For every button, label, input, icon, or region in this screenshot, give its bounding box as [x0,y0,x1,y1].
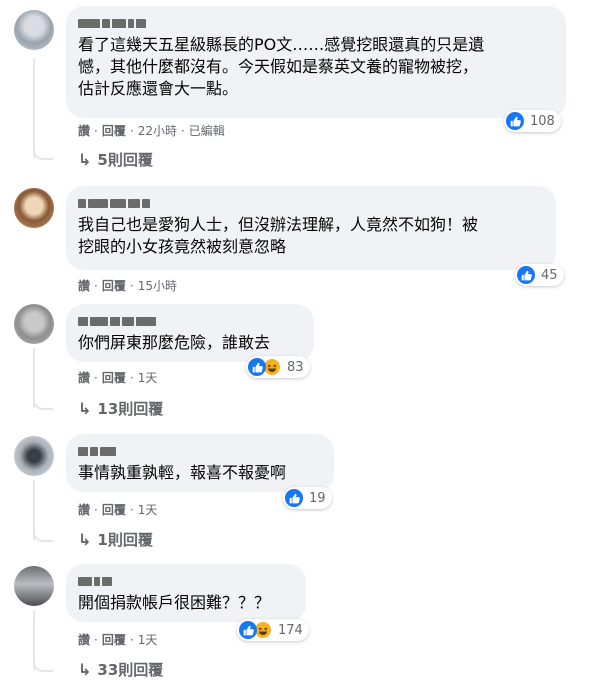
reply-action[interactable]: 回覆 [102,122,126,139]
commenter-name[interactable] [78,444,322,458]
replies-label: 13則回覆 [97,400,164,418]
separator: · [129,278,134,293]
reaction-count: 174 [278,622,303,638]
reaction-count: 19 [309,490,326,506]
comment-actions: 讚 · 回覆 · 1天 [78,369,157,386]
replies-label: 5則回覆 [97,151,153,169]
separator: · [129,123,134,138]
comment-bubble: 看了這幾天五星級縣長的PO文……感覺挖眼還真的只是遺 憾，其他什麼都沒有。今天假… [66,6,566,118]
separator: · [94,278,98,293]
reaction-count: 83 [287,359,304,375]
reply-arrow-icon: ↳ [78,530,92,549]
reply-action[interactable]: 回覆 [102,501,126,518]
separator: · [129,370,134,385]
timestamp[interactable]: 15小時 [138,277,177,294]
avatar[interactable] [14,304,54,344]
replies-label: 33則回覆 [97,661,164,679]
reaction-count: 45 [541,267,558,283]
timestamp[interactable]: 22小時 [138,122,177,139]
reaction-summary[interactable]: 19 [283,487,332,509]
replies-label: 1則回覆 [97,531,153,549]
timestamp[interactable]: 1天 [138,631,158,648]
like-action[interactable]: 讚 [78,631,90,648]
comment-bubble: 你們屏東那麼危險，誰敢去 [66,304,314,362]
commenter-name[interactable] [78,196,544,210]
reply-arrow-icon: ↳ [78,399,92,418]
avatar[interactable] [14,188,54,228]
separator: · [129,502,134,517]
comment-actions: 讚 · 回覆 · 15小時 [78,277,177,294]
like-icon [239,621,257,639]
like-icon [517,266,535,284]
avatar[interactable] [14,10,54,50]
separator: · [129,632,134,647]
edited-label[interactable]: 已編輯 [189,122,225,139]
commenter-name[interactable] [78,314,302,328]
view-replies-button[interactable]: ↳ 1則回覆 [78,529,153,550]
separator: · [94,123,98,138]
timestamp[interactable]: 1天 [138,501,158,518]
like-action[interactable]: 讚 [78,277,90,294]
like-icon [285,489,303,507]
avatar[interactable] [14,436,54,476]
commenter-name[interactable] [78,16,554,30]
timestamp[interactable]: 1天 [138,369,158,386]
reply-arrow-icon: ↳ [78,150,92,169]
like-icon [506,112,524,130]
avatar[interactable] [14,566,54,606]
separator: · [180,123,185,138]
reaction-summary[interactable]: 174 [237,619,309,641]
comment-bubble: 我自己也是愛狗人士，但沒辦法理解，人竟然不如狗！被 挖眼的小女孩竟然被刻意忽略 [66,186,556,270]
reaction-count: 108 [530,113,555,129]
comment-text: 開個捐款帳戶很困難？？？ [78,593,271,612]
reaction-summary[interactable]: 108 [504,110,561,132]
reply-action[interactable]: 回覆 [102,277,126,294]
commenter-name[interactable] [78,574,294,588]
like-action[interactable]: 讚 [78,501,90,518]
like-icon [248,358,266,376]
reply-arrow-icon: ↳ [78,660,92,679]
comment-actions: 讚 · 回覆 · 22小時 · 已編輯 [78,122,225,139]
separator: · [94,632,98,647]
separator: · [94,502,98,517]
comment-bubble: 開個捐款帳戶很困難？？？ [66,564,306,622]
view-replies-button[interactable]: ↳ 13則回覆 [78,398,163,419]
like-action[interactable]: 讚 [78,369,90,386]
comment-text: 你們屏東那麼危險，誰敢去 [78,333,271,352]
comment-actions: 讚 · 回覆 · 1天 [78,501,157,518]
comment-text: 看了這幾天五星級縣長的PO文……感覺挖眼還真的只是遺 憾，其他什麼都沒有。今天假… [78,35,485,98]
like-action[interactable]: 讚 [78,122,90,139]
reply-action[interactable]: 回覆 [102,369,126,386]
view-replies-button[interactable]: ↳ 5則回覆 [78,149,153,170]
comment-text: 事情孰重孰輕，報喜不報憂啊 [78,463,287,482]
reaction-summary[interactable]: 45 [515,264,564,286]
comment-bubble: 事情孰重孰輕，報喜不報憂啊 [66,434,334,492]
comment-actions: 讚 · 回覆 · 1天 [78,631,157,648]
separator: · [94,370,98,385]
view-replies-button[interactable]: ↳ 33則回覆 [78,659,163,680]
reply-action[interactable]: 回覆 [102,631,126,648]
reaction-summary[interactable]: 83 [246,356,310,378]
comment-text: 我自己也是愛狗人士，但沒辦法理解，人竟然不如狗！被 挖眼的小女孩竟然被刻意忽略 [78,215,479,256]
